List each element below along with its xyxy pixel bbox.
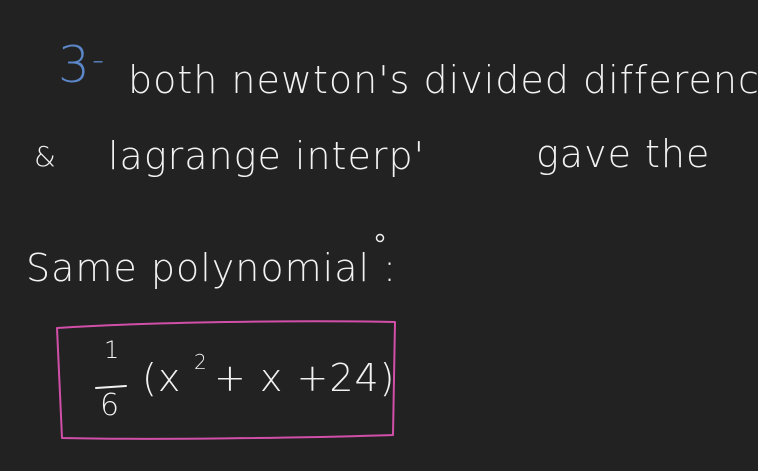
answer-box	[56, 320, 396, 440]
pen-dot-mark	[375, 233, 385, 243]
handwritten-note-canvas: 3 - both newton's divided difference & l…	[0, 0, 758, 471]
fraction-bar	[95, 385, 127, 389]
ink-strokes	[56, 233, 396, 440]
